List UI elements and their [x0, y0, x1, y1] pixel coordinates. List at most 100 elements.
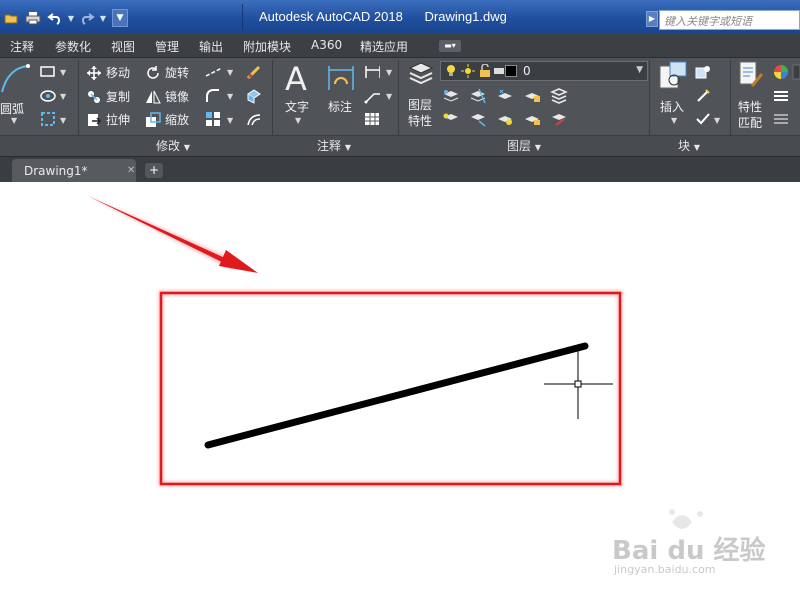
insert-dropdown-icon[interactable]: ▼ — [671, 116, 677, 125]
leader-icon[interactable] — [364, 88, 380, 104]
layer-isolate-icon[interactable] — [469, 88, 487, 104]
mirror-icon — [145, 89, 161, 105]
text-dropdown-icon[interactable]: ▼ — [295, 116, 301, 125]
modify-panel-title[interactable]: 修改 ▼ — [156, 137, 190, 155]
layer-unlock-icon[interactable] — [523, 111, 541, 127]
dimension-tool[interactable]: 标注 — [324, 62, 358, 118]
layer-stack-icon[interactable] — [550, 88, 568, 104]
copy-tool[interactable]: 复制 — [86, 88, 130, 105]
copy-label: 复制 — [106, 90, 131, 104]
leader-dropdown-icon[interactable]: ▼ — [386, 92, 392, 101]
insert-block-tool[interactable]: 插入 — [654, 60, 692, 116]
match-properties-label-line1: 特性 — [738, 100, 763, 114]
tab-a360[interactable]: A360 — [311, 38, 342, 52]
watermark-url: jingyan.baidu.com — [614, 563, 716, 576]
array-icon[interactable] — [205, 111, 221, 127]
modify-panel-expand-icon: ▼ — [183, 143, 190, 152]
insert-block-icon — [659, 61, 687, 89]
tab-view[interactable]: 视图 — [111, 38, 135, 55]
dimension-icon — [328, 66, 354, 90]
new-tab-icon[interactable]: + — [145, 163, 163, 178]
tab-manage[interactable]: 管理 — [155, 38, 179, 55]
match-properties-tool[interactable]: 特性 匹配 — [736, 60, 770, 132]
layer-dropdown[interactable]: 0 ▼ — [440, 61, 648, 81]
annotation-panel-title[interactable]: 注释 ▼ — [317, 137, 351, 155]
layer-lock-icon[interactable] — [523, 88, 541, 104]
tab-parametric[interactable]: 参数化 — [55, 38, 91, 55]
block-panel-expand-icon: ▼ — [693, 143, 700, 152]
layer-properties-icon — [408, 62, 434, 85]
lineweight-icon[interactable] — [773, 88, 789, 104]
file-tab-drawing1[interactable]: Drawing1* ✕ — [12, 159, 136, 183]
color-wheel-icon[interactable] — [773, 64, 789, 80]
trim-dropdown-icon[interactable]: ▼ — [227, 68, 233, 77]
edit-block-icon[interactable] — [695, 88, 711, 104]
layer-thaw-icon[interactable] — [496, 111, 514, 127]
move-tool[interactable]: 移动 — [86, 64, 130, 81]
app-name: Autodesk AutoCAD 2018 — [259, 9, 403, 24]
layer-dropdown-chevron-icon: ▼ — [636, 65, 643, 75]
bylayer-dropdown-icon[interactable] — [792, 64, 800, 80]
rectangle-dropdown-icon[interactable]: ▼ — [60, 68, 66, 77]
match-properties-label-line2: 匹配 — [738, 116, 763, 130]
hatch-icon[interactable] — [40, 88, 56, 104]
layer-on-icon[interactable] — [442, 111, 460, 127]
linear-dimension-dropdown-icon[interactable]: ▼ — [386, 68, 392, 77]
print-icon[interactable] — [22, 7, 44, 29]
layer-off-icon[interactable] — [442, 88, 460, 104]
fillet-icon[interactable] — [205, 88, 221, 104]
mirror-tool[interactable]: 镜像 — [145, 88, 189, 105]
open-icon[interactable] — [0, 7, 22, 29]
tab-annotate[interactable]: 注释 — [10, 38, 34, 55]
text-tool[interactable]: A 文字 — [283, 60, 313, 118]
region-dropdown-icon[interactable]: ▼ — [60, 116, 66, 125]
layer-properties-label-line1: 图层 — [408, 98, 433, 112]
block-panel-title[interactable]: 块 ▼ — [678, 137, 700, 155]
search-input[interactable]: 键入关键字或短语 — [659, 10, 800, 30]
layer-freeze-icon[interactable] — [496, 88, 514, 104]
fillet-dropdown-icon[interactable]: ▼ — [227, 92, 233, 101]
explode-icon[interactable] — [246, 88, 262, 104]
undo-dropdown-icon[interactable]: ▼ — [66, 14, 76, 23]
watermark-brand: Bai du 经验 — [612, 536, 766, 566]
stretch-tool[interactable]: 拉伸 — [86, 111, 130, 128]
table-icon[interactable] — [364, 111, 380, 127]
block-attributes-icon[interactable] — [695, 111, 711, 127]
layer-match-icon[interactable] — [550, 111, 568, 127]
layers-panel-expand-icon: ▼ — [534, 143, 541, 152]
scale-tool[interactable]: 缩放 — [145, 111, 189, 128]
move-label: 移动 — [106, 66, 131, 80]
rotate-tool[interactable]: 旋转 — [145, 64, 189, 81]
redo-icon[interactable] — [76, 7, 98, 29]
layer-walk-icon[interactable] — [469, 111, 487, 127]
linear-dimension-icon[interactable] — [364, 64, 380, 80]
copy-icon — [86, 89, 102, 105]
trim-icon[interactable] — [205, 64, 221, 80]
linetype-icon[interactable] — [773, 111, 789, 127]
insert-label: 插入 — [660, 100, 685, 114]
layers-panel-title[interactable]: 图层 ▼ — [507, 137, 541, 155]
arc-tool[interactable]: 圆弧 — [0, 62, 34, 122]
mirror-label: 镜像 — [165, 90, 190, 104]
layer-properties-tool[interactable]: 图层 特性 — [404, 60, 438, 130]
create-block-icon[interactable] — [695, 64, 711, 80]
tab-output[interactable]: 输出 — [199, 38, 223, 55]
redo-dropdown-icon[interactable]: ▼ — [98, 14, 108, 23]
lightbulb-icon — [447, 65, 455, 76]
tab-addins[interactable]: 附加模块 — [243, 38, 291, 55]
block-panel-label: 块 — [678, 139, 691, 153]
close-tab-icon[interactable]: ✕ — [127, 165, 135, 176]
tab-featured-apps[interactable]: 精选应用 — [360, 38, 408, 55]
undo-icon[interactable] — [44, 7, 66, 29]
hatch-dropdown-icon[interactable]: ▼ — [60, 92, 66, 101]
customize-toolbar-icon[interactable]: ▼ — [112, 9, 128, 27]
arc-dropdown-icon[interactable]: ▼ — [11, 116, 17, 125]
offset-icon[interactable] — [246, 111, 262, 127]
rectangle-icon[interactable] — [40, 64, 56, 80]
array-dropdown-icon[interactable]: ▼ — [227, 116, 233, 125]
erase-icon[interactable] — [246, 64, 262, 80]
ribbon-display-toggle-icon[interactable]: ▬▾ — [439, 40, 461, 52]
region-icon[interactable] — [40, 111, 56, 127]
block-attributes-dropdown-icon[interactable]: ▼ — [714, 116, 720, 125]
search-expand-icon[interactable]: ▶ — [646, 11, 658, 27]
